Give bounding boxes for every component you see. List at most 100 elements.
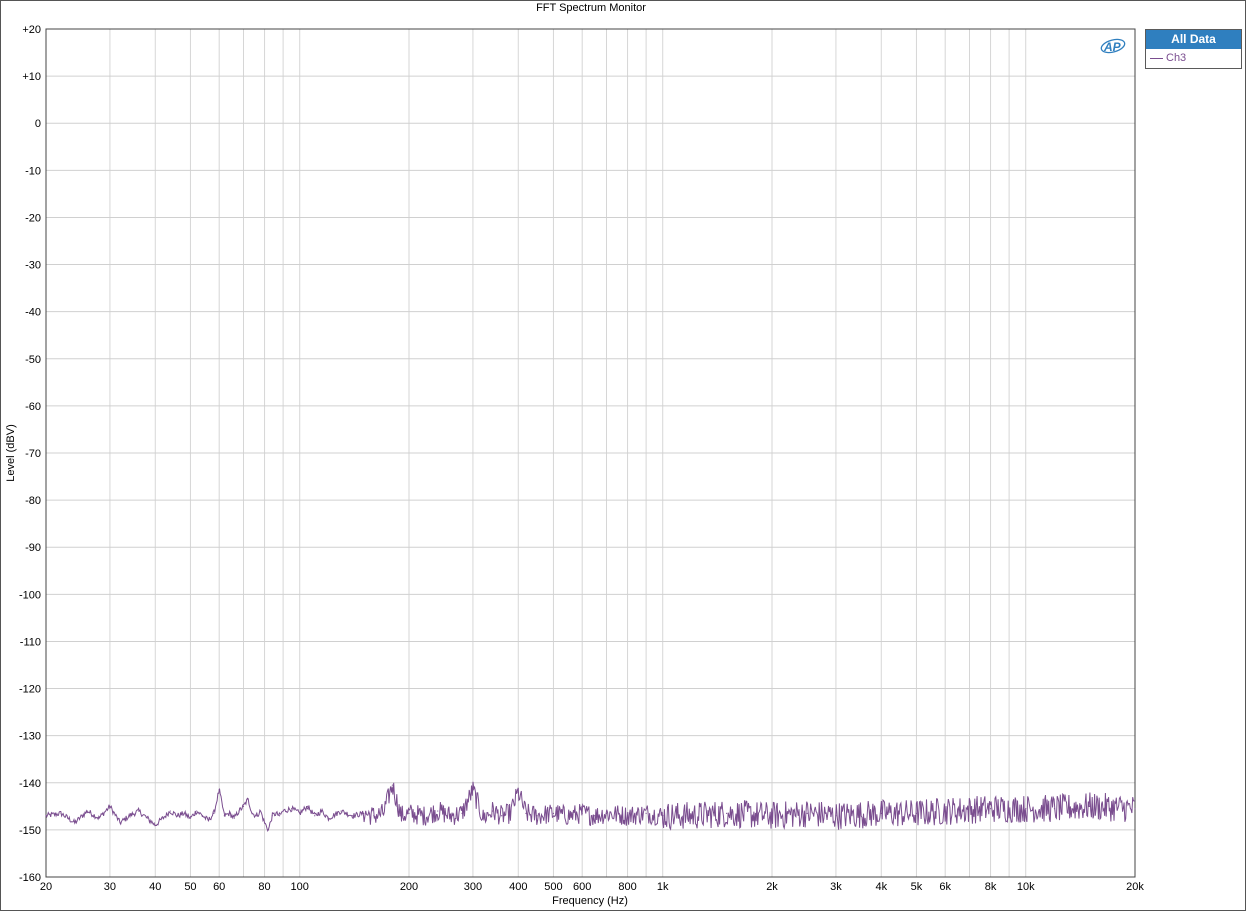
data-point xyxy=(233,817,235,819)
ap-logo: AP xyxy=(1100,38,1126,54)
y-tick-label: 0 xyxy=(35,118,41,130)
y-tick-label: -40 xyxy=(25,307,41,319)
data-point xyxy=(314,815,316,817)
ap-logo-text: AP xyxy=(1103,40,1122,54)
legend-swatch xyxy=(1150,58,1163,59)
x-tick-label: 4k xyxy=(875,881,887,893)
data-point xyxy=(263,822,266,824)
legend-panel: All Data Ch3 xyxy=(1145,29,1242,69)
data-point xyxy=(189,817,192,819)
x-tick-label: 100 xyxy=(291,881,309,893)
data-point xyxy=(321,810,323,812)
series-lines xyxy=(45,781,1136,832)
legend-item-ch3[interactable]: Ch3 xyxy=(1146,49,1241,67)
data-point xyxy=(835,815,837,817)
legend-item-label: Ch3 xyxy=(1166,52,1187,64)
data-point xyxy=(109,805,111,807)
data-point xyxy=(86,810,88,812)
y-axis-label: Level (dBV) xyxy=(5,424,17,481)
data-point xyxy=(1089,805,1091,807)
y-tick-label: -90 xyxy=(25,542,41,554)
data-point xyxy=(567,815,570,817)
y-tick-label: -120 xyxy=(19,684,41,696)
data-point xyxy=(626,815,629,817)
x-tick-label: 20 xyxy=(40,881,52,893)
data-point xyxy=(1025,808,1027,810)
x-tick-label: 1k xyxy=(657,881,669,893)
data-point xyxy=(645,812,647,815)
legend-header[interactable]: All Data xyxy=(1146,30,1241,49)
x-tick-label: 40 xyxy=(149,881,161,893)
data-point xyxy=(517,791,519,793)
data-point xyxy=(536,815,538,817)
y-tick-label: -130 xyxy=(19,731,41,743)
y-tick-label: -30 xyxy=(25,260,41,272)
y-tick-label: +20 xyxy=(22,24,41,36)
data-point xyxy=(247,798,249,800)
data-point xyxy=(129,815,131,817)
data-point xyxy=(423,815,425,817)
data-point xyxy=(278,815,281,817)
x-tick-label: 500 xyxy=(544,881,562,893)
data-point xyxy=(400,815,402,817)
data-point xyxy=(501,815,503,817)
x-tick-label: 80 xyxy=(258,881,270,893)
x-tick-label: 200 xyxy=(400,881,418,893)
chart-canvas: FFT Spectrum Monitor +20 +10 0 -10 -20 -30 -40… xyxy=(5,2,1144,907)
x-tick-label: 400 xyxy=(509,881,527,893)
data-point xyxy=(461,812,463,815)
data-point xyxy=(238,810,240,812)
x-tick-label: 6k xyxy=(939,881,951,893)
x-tick-label: 50 xyxy=(184,881,196,893)
data-point xyxy=(60,812,62,815)
data-point xyxy=(482,817,484,819)
data-point xyxy=(1134,808,1136,810)
data-point xyxy=(98,817,100,819)
x-tick-label: 8k xyxy=(985,881,997,893)
x-tick-label: 600 xyxy=(573,881,591,893)
data-point xyxy=(382,812,384,815)
data-point xyxy=(581,812,583,815)
data-point xyxy=(806,812,808,815)
data-point xyxy=(213,812,215,815)
data-point xyxy=(242,805,245,807)
x-tick-label: 3k xyxy=(830,881,842,893)
data-point xyxy=(275,812,277,815)
data-point xyxy=(267,829,270,831)
data-point xyxy=(183,812,185,815)
data-point xyxy=(340,810,342,812)
data-point xyxy=(437,810,439,812)
data-point xyxy=(552,812,555,815)
data-point xyxy=(944,810,946,812)
y-tick-label: -70 xyxy=(25,448,41,460)
data-point xyxy=(45,815,47,817)
data-point xyxy=(915,812,918,815)
y-tick-label: -160 xyxy=(19,872,41,884)
x-tick-label: 300 xyxy=(464,881,482,893)
y-tick-label: -150 xyxy=(19,825,41,837)
data-point xyxy=(271,815,273,817)
data-point xyxy=(259,810,262,812)
data-point xyxy=(352,815,354,817)
data-point xyxy=(282,810,284,812)
data-point xyxy=(207,819,209,822)
x-tick-label: 800 xyxy=(618,881,636,893)
chart-title: FFT Spectrum Monitor xyxy=(536,2,646,14)
x-tick-label: 2k xyxy=(766,881,778,893)
data-point xyxy=(291,808,293,810)
data-point xyxy=(605,812,608,815)
y-tick-label: +10 xyxy=(22,71,41,83)
data-point xyxy=(176,815,178,817)
x-tick-labels: 20 30 40 50 60 80 100 200 300 400 500 600 800 1k 2k 3k 4… xyxy=(40,881,1144,893)
data-point xyxy=(391,784,393,786)
data-point xyxy=(138,810,140,812)
data-point xyxy=(154,824,156,826)
y-tick-label: -50 xyxy=(25,354,41,366)
data-point xyxy=(989,808,992,810)
data-point xyxy=(146,817,148,819)
x-axis-label: Frequency (Hz) xyxy=(552,895,628,907)
data-point xyxy=(373,815,375,817)
y-tick-label: -10 xyxy=(25,165,41,177)
data-point xyxy=(492,810,494,812)
data-point xyxy=(771,815,773,817)
